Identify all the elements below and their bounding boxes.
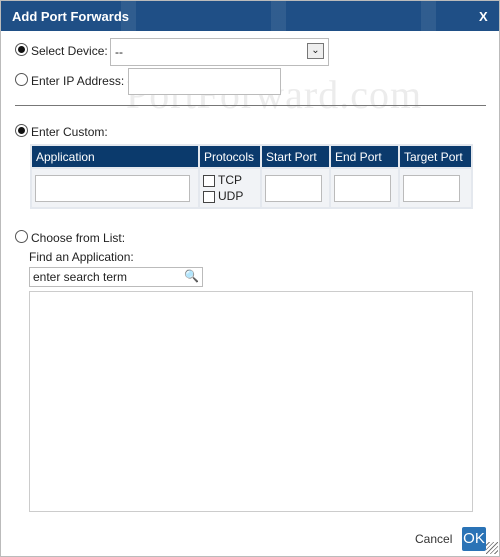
- select-device-label: Select Device:: [31, 44, 108, 58]
- enter-ip-label: Enter IP Address:: [31, 74, 125, 88]
- choose-list-label: Choose from List:: [31, 231, 126, 245]
- col-end-port: End Port: [331, 146, 398, 167]
- udp-checkbox[interactable]: UDP: [203, 188, 257, 204]
- enter-custom-label: Enter Custom:: [31, 125, 108, 139]
- tcp-checkbox[interactable]: TCP: [203, 172, 257, 188]
- device-select[interactable]: --: [110, 38, 329, 66]
- udp-label: UDP: [218, 189, 244, 203]
- custom-table: Application Protocols Start Port End Por…: [30, 144, 473, 209]
- enter-custom-radio[interactable]: [15, 124, 28, 137]
- magnifier-icon[interactable]: 🔍: [184, 269, 199, 283]
- divider: [15, 105, 486, 106]
- application-list[interactable]: [29, 291, 473, 512]
- chevron-down-icon[interactable]: ⌄: [307, 43, 324, 59]
- search-input-value: enter search term: [33, 270, 128, 284]
- target-port-input[interactable]: [403, 174, 460, 202]
- col-target-port: Target Port: [400, 146, 471, 167]
- find-application-label: Find an Application:: [29, 250, 134, 264]
- col-start-port: Start Port: [262, 146, 329, 167]
- start-port-input[interactable]: [265, 174, 322, 202]
- add-port-forwards-dialog: Add Port Forwards X PortForward.com Sele…: [0, 0, 500, 557]
- dialog-title: Add Port Forwards: [12, 9, 130, 24]
- choose-list-radio[interactable]: [15, 230, 28, 243]
- search-input[interactable]: enter search term: [29, 267, 203, 287]
- ip-address-input[interactable]: [128, 68, 281, 95]
- col-application: Application: [32, 146, 198, 167]
- application-input[interactable]: [35, 174, 190, 202]
- end-port-input[interactable]: [334, 174, 391, 202]
- ok-button[interactable]: OK: [462, 527, 486, 551]
- resize-handle[interactable]: [486, 542, 498, 554]
- select-device-radio[interactable]: [15, 43, 28, 56]
- close-button[interactable]: X: [479, 9, 488, 24]
- enter-ip-radio[interactable]: [15, 73, 28, 86]
- cancel-button[interactable]: Cancel: [415, 532, 452, 546]
- tcp-label: TCP: [218, 173, 242, 187]
- col-protocols: Protocols: [200, 146, 260, 167]
